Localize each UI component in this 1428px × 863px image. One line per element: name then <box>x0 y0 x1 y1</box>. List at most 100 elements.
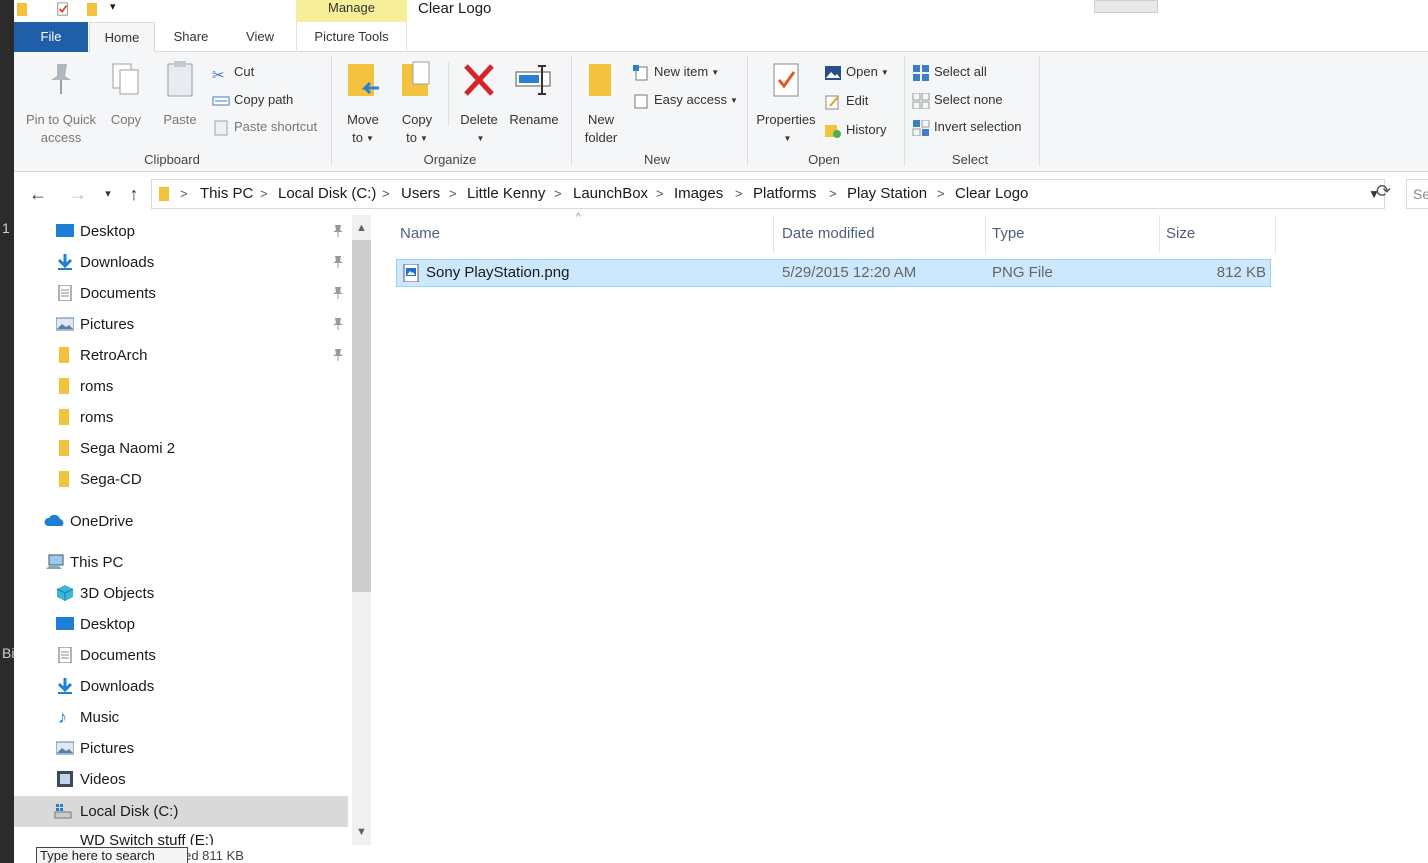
column-header-name[interactable]: Name <box>394 215 774 253</box>
tab-share[interactable]: Share <box>162 22 220 52</box>
nav-item-sega-cd[interactable]: Sega-CD <box>14 464 348 495</box>
nav-item-documents[interactable]: Documents <box>14 640 348 671</box>
column-header-date-modified[interactable]: Date modified <box>776 215 986 253</box>
copy-path-button[interactable]: Copy path <box>212 89 293 111</box>
tab-home[interactable]: Home <box>89 22 155 53</box>
nav-label: Pictures <box>80 316 135 333</box>
edit-button[interactable]: Edit <box>824 90 868 112</box>
delete-button[interactable]: Delete ▼ <box>454 58 504 148</box>
scroll-down-arrow-icon[interactable]: ▼ <box>352 826 371 838</box>
manage-context-tab[interactable]: Manage <box>296 0 407 22</box>
cut-button[interactable]: ✂ Cut <box>212 61 254 84</box>
pin-label-line1: Pin to Quick <box>25 112 97 127</box>
breadcrumb-play-station[interactable]: Play Station <box>847 180 927 208</box>
breadcrumb-this-pc[interactable]: This PC <box>200 180 253 208</box>
pin-icon[interactable] <box>332 224 344 238</box>
history-button[interactable]: History <box>824 119 886 141</box>
customize-toolbar-icon[interactable]: ▾ <box>110 0 116 13</box>
column-header-type[interactable]: Type <box>986 215 1160 253</box>
nav-item-roms[interactable]: roms <box>14 402 348 433</box>
easy-access-button[interactable]: Easy access ▼ <box>632 89 738 111</box>
pin-icon <box>51 64 71 94</box>
column-header-size[interactable]: Size <box>1160 215 1276 253</box>
copy-button[interactable]: Copy <box>106 58 146 129</box>
rename-button[interactable]: Rename <box>506 58 562 129</box>
search-input[interactable]: Se <box>1406 179 1428 209</box>
invert-selection-label: Invert selection <box>934 119 1022 134</box>
scrollbar-thumb[interactable] <box>352 240 371 592</box>
easy-access-icon <box>634 94 648 109</box>
recent-locations-chevron-icon[interactable]: ▾ <box>96 182 120 206</box>
pin-icon[interactable] <box>332 255 344 269</box>
open-image-icon <box>825 65 841 80</box>
nav-item-this-pc[interactable]: This PC <box>14 547 348 578</box>
pin-icon[interactable] <box>332 317 344 331</box>
paste-shortcut-label: Paste shortcut <box>234 119 318 134</box>
nav-item-roms[interactable]: roms <box>14 371 348 402</box>
pin-icon[interactable] <box>332 348 344 362</box>
properties-button[interactable]: Properties ▼ <box>754 58 818 148</box>
breadcrumb-clear-logo[interactable]: Clear Logo <box>955 180 1028 208</box>
nav-item-desktop[interactable]: Desktop <box>14 216 348 247</box>
nav-item-desktop[interactable]: Desktop <box>14 609 348 640</box>
scroll-up-arrow-icon[interactable]: ▲ <box>352 222 371 234</box>
nav-item-videos[interactable]: Videos <box>14 764 348 795</box>
tab-picture-tools[interactable]: Picture Tools <box>296 22 407 52</box>
folder-icon <box>59 471 69 487</box>
move-label-1: Move <box>347 112 379 127</box>
breadcrumb-users[interactable]: Users <box>401 180 440 208</box>
nav-item-3d-objects[interactable]: 3D Objects <box>14 578 348 609</box>
back-arrow-icon[interactable]: ← <box>26 182 50 206</box>
nav-item-onedrive[interactable]: OneDrive <box>14 506 348 537</box>
select-none-button[interactable]: Select none <box>912 89 1003 111</box>
open-group-label: Open <box>808 152 840 167</box>
nav-item-sega-naomi-2[interactable]: Sega Naomi 2 <box>14 433 348 464</box>
nav-item-music[interactable]: ♪ Music <box>14 702 348 733</box>
pin-icon[interactable] <box>332 286 344 300</box>
nav-item-downloads[interactable]: Downloads <box>14 671 348 702</box>
file-explorer-window: ▾ Manage Clear Logo File Home Share View… <box>14 0 1428 863</box>
up-arrow-icon[interactable]: ↑ <box>122 182 146 206</box>
nav-item-retroarch[interactable]: RetroArch <box>14 340 348 371</box>
nav-item-pictures[interactable]: Pictures <box>14 733 348 764</box>
new-folder-icon[interactable] <box>86 1 100 17</box>
navigation-bar: ← → ▾ ↑ > This PC > Local Disk (C:) > Us… <box>14 173 1428 215</box>
taskbar-search-input[interactable]: Type here to search <box>36 847 188 863</box>
pin-label-line2: access <box>40 130 82 145</box>
breadcrumb-separator-icon: > <box>829 186 837 201</box>
breadcrumb-launchbox[interactable]: LaunchBox <box>573 180 648 208</box>
window-controls[interactable] <box>1094 0 1158 13</box>
breadcrumb-platforms[interactable]: Platforms <box>753 180 816 208</box>
nav-item-downloads[interactable]: Downloads <box>14 247 348 278</box>
breadcrumb-local-disk[interactable]: Local Disk (C:) <box>278 180 376 208</box>
breadcrumb-images[interactable]: Images <box>674 180 723 208</box>
properties-icon[interactable] <box>56 1 70 17</box>
select-all-button[interactable]: Select all <box>912 61 987 83</box>
downloads-icon <box>57 678 73 694</box>
refresh-icon[interactable]: ⟳ <box>1376 181 1391 202</box>
pin-to-quick-access-button[interactable]: Pin to Quick access <box>22 58 100 147</box>
file-row[interactable]: Sony PlayStation.png 5/29/2015 12:20 AM … <box>396 259 1271 287</box>
nav-item-pictures[interactable]: Pictures <box>14 309 348 340</box>
move-to-button[interactable]: Move to ▼ <box>340 58 386 148</box>
paste-shortcut-button[interactable]: Paste shortcut <box>212 116 317 138</box>
folder-icon <box>159 187 169 201</box>
paste-button[interactable]: Paste <box>160 58 200 129</box>
group-separator <box>747 56 748 166</box>
nav-item-documents[interactable]: Documents <box>14 278 348 309</box>
tab-file[interactable]: File <box>14 22 88 52</box>
edit-label: Edit <box>846 93 869 108</box>
copy-to-button[interactable]: Copy to ▼ <box>394 58 440 148</box>
forward-arrow-icon[interactable]: → <box>66 182 90 206</box>
breadcrumb-little-kenny[interactable]: Little Kenny <box>467 180 545 208</box>
nav-item-wd-switch[interactable]: WD Switch stuff (E:) <box>14 830 348 846</box>
tab-view[interactable]: View <box>230 22 290 52</box>
nav-item-local-disk[interactable]: Local Disk (C:) <box>14 796 348 827</box>
invert-selection-button[interactable]: Invert selection <box>912 116 1021 138</box>
address-bar[interactable]: > This PC > Local Disk (C:) > Users > Li… <box>151 179 1385 209</box>
new-folder-button[interactable]: New folder <box>580 58 622 147</box>
new-item-icon <box>633 64 648 81</box>
open-button[interactable]: Open ▼ <box>824 61 889 83</box>
breadcrumb-separator-icon: > <box>180 186 188 201</box>
new-item-button[interactable]: New item ▼ <box>632 61 719 83</box>
